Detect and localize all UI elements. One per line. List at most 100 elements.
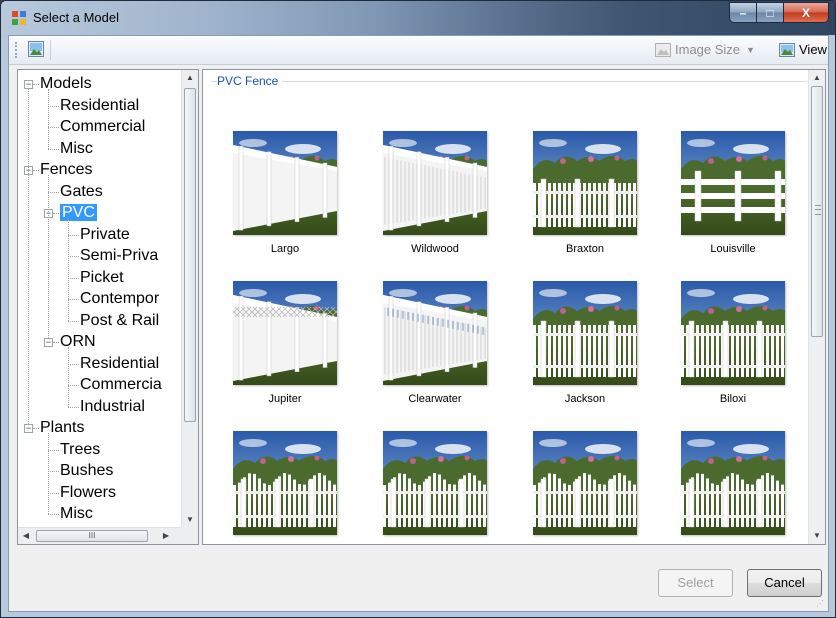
tree-connector — [53, 342, 59, 343]
tree-node-label: Semi-Priva — [80, 247, 159, 264]
view-dropdown[interactable]: View ▼ — [779, 42, 835, 57]
gallery-vertical-scrollbar[interactable]: ▲ ▼ — [808, 70, 825, 544]
picture-icon[interactable] — [28, 41, 44, 57]
fence-thumbnail — [681, 131, 785, 235]
tree-node[interactable]: Contempor — [80, 289, 159, 309]
cancel-button[interactable]: Cancel — [747, 569, 822, 597]
tree-connector — [68, 320, 79, 322]
scroll-left-icon[interactable]: ◀ — [18, 528, 34, 544]
tree-connector — [68, 277, 79, 279]
model-label: Wildwood — [411, 243, 459, 255]
minimize-icon: – — [739, 5, 747, 20]
minimize-button[interactable]: – — [729, 2, 756, 23]
model-gallery: PVC Fence Largo Wildwood Braxton Louisville… — [202, 69, 826, 545]
tree-node[interactable]: Flowers — [60, 483, 116, 503]
model-tile[interactable]: Jackson — [533, 281, 637, 405]
tree-connector — [48, 175, 49, 338]
fence-thumbnail — [233, 281, 337, 385]
model-tile[interactable]: Meridian — [233, 431, 337, 544]
tree-node[interactable]: Gates — [60, 182, 103, 202]
model-label: Biloxi — [719, 393, 747, 405]
model-label: Salem — [533, 543, 637, 544]
tree-node[interactable]: Private — [80, 225, 130, 245]
toolbar-grip[interactable] — [15, 42, 19, 58]
model-label: Largo — [270, 243, 300, 255]
scroll-down-icon[interactable]: ▼ — [809, 528, 825, 544]
tree-node-label: Private — [80, 225, 130, 243]
scrollbar-corner — [181, 527, 198, 544]
model-tile[interactable]: Cambridge — [383, 431, 487, 544]
toolbar-separator — [50, 40, 51, 60]
tree-node[interactable]: Commercia — [80, 375, 162, 395]
tree-connector — [68, 299, 79, 300]
tree-node[interactable]: Commercial — [60, 117, 145, 137]
tree-node[interactable]: Misc — [60, 504, 93, 524]
tree-node[interactable]: Post & Rail — [80, 311, 159, 331]
chevron-down-icon: ▼ — [746, 44, 755, 55]
fence-thumbnail — [383, 431, 487, 535]
tree-node-label: Contempor — [80, 290, 160, 307]
collapse-icon[interactable]: − — [24, 80, 33, 89]
tree-node[interactable]: Picket — [80, 268, 124, 288]
collapse-icon[interactable]: − — [24, 424, 33, 433]
resize-grip-icon[interactable]: ⋰ — [816, 599, 826, 609]
model-tile[interactable]: Wildwood — [383, 131, 487, 255]
tree-node[interactable]: Bushes — [60, 461, 113, 481]
image-size-dropdown[interactable]: Image Size ▼ — [655, 42, 755, 57]
fence-thumbnail — [233, 131, 337, 235]
tree-node[interactable]: Semi-Priva — [80, 246, 158, 266]
toolbar: Image Size ▼ View ▼ — [9, 36, 835, 65]
tree-horizontal-scrollbar[interactable]: ◀ III ▶ — [18, 527, 183, 544]
tree-connector — [53, 213, 59, 214]
model-tile[interactable]: Largo — [233, 131, 337, 255]
tree-node[interactable]: Misc — [60, 139, 93, 159]
model-label: Meridian — [233, 543, 337, 544]
title-bar[interactable]: Select a Model – □ X — [1, 1, 835, 35]
tree-connector — [68, 363, 79, 365]
tree-connector — [48, 105, 59, 107]
tree-node[interactable]: Trees — [60, 440, 100, 460]
scroll-up-icon[interactable]: ▲ — [809, 70, 825, 86]
tree-node-label: Flowers — [60, 483, 117, 501]
tree-connector — [33, 170, 39, 171]
tree-vertical-scrollbar[interactable]: ▲ ▼ — [181, 70, 198, 528]
model-label: Braxton — [566, 243, 604, 255]
view-label: View — [799, 42, 827, 57]
model-tile[interactable]: Biloxi — [681, 281, 785, 405]
model-label: Jupiter — [268, 393, 302, 405]
fence-thumbnail — [383, 131, 487, 235]
grip-icon — [815, 205, 821, 215]
fence-thumbnail — [533, 131, 637, 235]
maximize-button[interactable]: □ — [756, 2, 783, 23]
tree-node[interactable]: Residential — [80, 354, 159, 374]
tree-content: Models − Residential Commercial Misc Fences − G… — [18, 70, 183, 528]
window-controls: – □ X — [729, 2, 829, 23]
tree-connector — [28, 89, 29, 424]
model-tile[interactable]: Sturbridge — [681, 431, 785, 544]
model-tile[interactable]: Braxton — [533, 131, 637, 255]
tree-node[interactable]: ORN — [60, 332, 96, 352]
model-tile[interactable]: Louisville — [681, 131, 785, 255]
tree-node-label: Residential — [60, 96, 140, 114]
tree-node[interactable]: Plants — [40, 418, 84, 438]
collapse-icon[interactable]: − — [44, 338, 53, 347]
scroll-right-icon[interactable]: ▶ — [158, 528, 174, 544]
select-button[interactable]: Select — [658, 569, 733, 597]
tree-connector — [68, 218, 69, 321]
model-tile[interactable]: Salem — [533, 431, 637, 544]
tree-node[interactable]: PVC — [60, 203, 97, 223]
tree-scroll-thumb[interactable] — [184, 88, 196, 422]
fence-thumbnail — [681, 431, 785, 535]
fence-thumbnail — [533, 281, 637, 385]
scroll-down-icon[interactable]: ▼ — [182, 512, 198, 528]
tree-node-label: Picket — [80, 268, 124, 286]
scroll-up-icon[interactable]: ▲ — [182, 70, 198, 86]
model-tile[interactable]: Clearwater — [383, 281, 487, 405]
category-tree[interactable]: Models − Residential Commercial Misc Fences − G… — [17, 69, 199, 545]
tree-hscroll-thumb[interactable]: III — [36, 530, 148, 542]
close-button[interactable]: X — [783, 2, 829, 23]
tree-node[interactable]: Industrial — [80, 397, 145, 417]
tree-node[interactable]: Residential — [60, 96, 139, 116]
model-tile[interactable]: Jupiter — [233, 281, 337, 405]
gallery-scroll-thumb[interactable] — [811, 86, 823, 337]
